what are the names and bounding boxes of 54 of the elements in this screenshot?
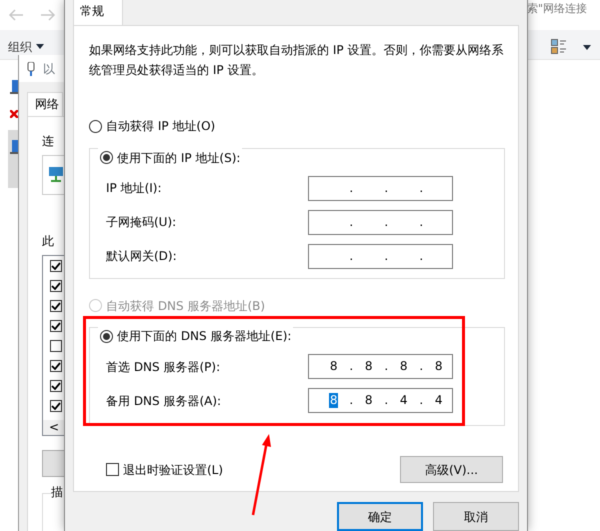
- checkbox[interactable]: [50, 340, 62, 352]
- cable-icon: [27, 62, 35, 76]
- checkbox-label[interactable]: 退出时验证设置(L): [123, 462, 224, 478]
- field-label: 默认网关(D):: [106, 248, 178, 264]
- scroll-arrow[interactable]: <: [49, 420, 60, 434]
- checkbox[interactable]: [50, 360, 62, 372]
- checkbox[interactable]: [50, 400, 62, 412]
- error-icon: [10, 110, 18, 118]
- checkmark-icon: [51, 282, 61, 290]
- checkmark-icon: [51, 262, 61, 270]
- tab[interactable]: 常规: [73, 0, 123, 25]
- network-adapter-icon: [49, 166, 63, 183]
- advanced-button[interactable]: 高级(V)...: [400, 456, 503, 483]
- description-text: 如果网络支持此功能，则可以获取自动指派的 IP 设置。否则，你需要从网络系统管理员处获得适当的 IP 设置。: [89, 42, 504, 79]
- ip-address-field[interactable]: 8 . 8 . 4 . 4: [308, 388, 453, 413]
- checkbox[interactable]: [106, 463, 119, 476]
- radio-button[interactable]: [100, 330, 113, 342]
- checkbox[interactable]: [50, 300, 62, 312]
- ip-address-field[interactable]: 8 . 8 . 8 . 8: [308, 354, 453, 379]
- checkbox[interactable]: [50, 260, 62, 272]
- checkmark-icon: [51, 322, 61, 330]
- checkbox[interactable]: [50, 280, 62, 292]
- checkmark-icon: [51, 382, 61, 390]
- list-label: 此: [42, 233, 55, 249]
- field-label: 备用 DNS 服务器(A):: [106, 392, 222, 408]
- organize-button[interactable]: 组织: [8, 40, 44, 54]
- checkmark-icon: [51, 362, 61, 370]
- checkmark-icon: [51, 302, 61, 310]
- network-icon: [10, 140, 18, 154]
- radio-label[interactable]: 使用下面的 IP 地址(S):: [117, 150, 240, 166]
- cancel-button[interactable]: 取消: [433, 502, 519, 531]
- ip-address-field[interactable]: . . .: [308, 244, 453, 268]
- radio-label[interactable]: 自动获得 IP 地址(O): [106, 118, 216, 134]
- field-label: 首选 DNS 服务器(P):: [106, 358, 222, 374]
- checkbox[interactable]: [50, 320, 62, 332]
- caret-icon[interactable]: [583, 44, 591, 50]
- radio-button[interactable]: [100, 151, 113, 164]
- network-icon: [10, 80, 18, 94]
- checkmark-icon: [51, 402, 61, 410]
- tab[interactable]: 网络: [27, 92, 63, 116]
- caret-icon: [36, 44, 44, 49]
- field-label: IP 地址(I):: [106, 180, 163, 196]
- ok-button[interactable]: 确定: [337, 502, 423, 531]
- radio-label: 自动获得 DNS 服务器地址(B): [106, 298, 266, 314]
- view-icon[interactable]: [551, 39, 567, 55]
- radio-button[interactable]: [89, 120, 102, 132]
- radio-label[interactable]: 使用下面的 DNS 服务器地址(E):: [117, 328, 292, 344]
- search-field[interactable]: 索"网络连接: [527, 1, 588, 17]
- field-label: 连: [42, 133, 55, 149]
- ip-address-field[interactable]: . . .: [308, 176, 453, 200]
- ip-address-field[interactable]: . . .: [308, 210, 453, 234]
- field-label: 子网掩码(U):: [106, 214, 178, 230]
- checkbox[interactable]: [50, 380, 62, 392]
- window-title: 以: [43, 60, 55, 76]
